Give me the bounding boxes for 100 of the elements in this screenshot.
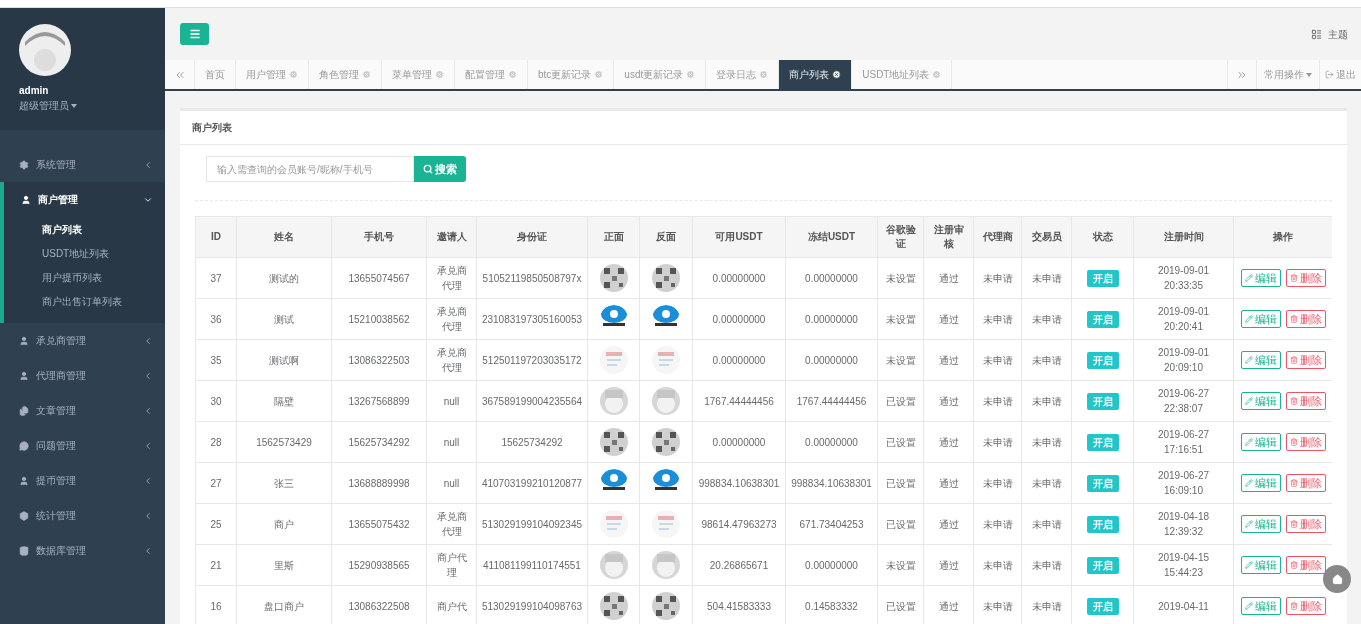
table-cell: 35: [195, 339, 237, 381]
edit-button[interactable]: 编辑: [1240, 433, 1281, 451]
sidebar-item[interactable]: 统计管理: [0, 498, 165, 533]
delete-button[interactable]: 删除: [1285, 556, 1326, 574]
tab[interactable]: btc更新记录: [528, 60, 615, 89]
edit-icon: [1244, 479, 1253, 487]
time-text: 20:20:41: [1163, 320, 1204, 334]
delete-button[interactable]: 删除: [1285, 351, 1326, 369]
delete-button[interactable]: 删除: [1285, 515, 1326, 533]
column-header: 邀请人: [426, 216, 477, 258]
trash-icon: [1289, 315, 1298, 323]
sidebar-item[interactable]: 提币管理: [0, 463, 165, 498]
status-badge: 开启: [1086, 433, 1119, 451]
table-cell: 未申请: [1021, 380, 1072, 422]
trash-icon: [1289, 602, 1298, 610]
status-badge: 开启: [1086, 474, 1119, 492]
column-header: 注册审核: [923, 216, 974, 258]
delete-button[interactable]: 删除: [1285, 269, 1326, 287]
table-cell: 未申请: [1021, 544, 1072, 586]
sidebar-item[interactable]: 承兑商管理: [0, 323, 165, 358]
edit-button[interactable]: 编辑: [1240, 310, 1281, 328]
delete-button[interactable]: 删除: [1285, 392, 1326, 410]
delete-button[interactable]: 删除: [1285, 597, 1326, 615]
sidebar-item[interactable]: 问题管理: [0, 428, 165, 463]
edit-button[interactable]: 编辑: [1240, 392, 1281, 410]
table-cell: 27: [195, 462, 237, 504]
trash-icon: [1289, 274, 1298, 282]
edit-button[interactable]: 编辑: [1240, 597, 1281, 615]
submenu-item[interactable]: 商户出售订单列表: [4, 289, 122, 313]
search-field[interactable]: 输入需查询的会员账号/昵称/手机号: [206, 156, 414, 182]
table-cell: 51052119850508797x: [476, 257, 588, 299]
table-cell: 0.00000000: [692, 421, 786, 463]
tab[interactable]: 首页: [195, 60, 236, 89]
submenu-item[interactable]: 用户提币列表: [4, 265, 102, 289]
table-cell: 未设置: [877, 257, 924, 299]
search-button[interactable]: 搜索: [414, 156, 466, 182]
table-cell: 测试: [236, 298, 332, 340]
table-cell: 商户: [236, 503, 332, 545]
time-text: 22:38:07: [1163, 402, 1204, 416]
tab[interactable]: 用户管理: [236, 60, 309, 89]
user-role-dropdown[interactable]: 超级管理员: [19, 98, 77, 113]
table-cell: 0.00000000: [785, 421, 878, 463]
sidebar-item[interactable]: 数据库管理: [0, 533, 165, 568]
date-text: 2019-04-11: [1157, 599, 1210, 614]
table-cell: 30: [195, 380, 237, 422]
table-cell: 未申请: [1021, 503, 1072, 545]
table-cell: 承兑商代理: [426, 339, 477, 381]
theme-button[interactable]: 主题: [1311, 26, 1348, 42]
delete-button[interactable]: 删除: [1285, 433, 1326, 451]
tab[interactable]: 商户列表: [779, 60, 853, 89]
chevron-left-icon: [143, 405, 153, 416]
table-cell: 13267568899: [331, 380, 427, 422]
trash-icon: [1289, 520, 1298, 528]
delete-button[interactable]: 删除: [1285, 474, 1326, 492]
date-text: 2019-04-15: [1156, 551, 1211, 565]
date-text: 2019-06-27: [1156, 387, 1211, 401]
date-text: 2019-06-27: [1156, 469, 1211, 483]
table-cell: 通过: [923, 421, 974, 463]
table-cell: 通过: [923, 339, 974, 381]
submenu-item[interactable]: USDT地址列表: [4, 241, 110, 265]
table-cell: 测试啊: [236, 339, 332, 381]
edit-button[interactable]: 编辑: [1240, 556, 1281, 574]
tab[interactable]: 角色管理: [309, 60, 382, 89]
table-cell: 未申请: [973, 462, 1022, 504]
submenu-item[interactable]: 商户列表: [4, 217, 82, 241]
column-header: ID: [195, 216, 237, 258]
table-cell: 512501197203035172: [476, 339, 588, 381]
table-cell: 513029199104092345: [476, 503, 588, 545]
edit-button[interactable]: 编辑: [1240, 269, 1281, 287]
table-cell: null: [426, 421, 477, 463]
table-cell: 0.00000000: [785, 544, 878, 586]
sidebar-item[interactable]: 商户管理: [4, 182, 165, 217]
delete-button[interactable]: 删除: [1285, 310, 1326, 328]
table-cell: 未设置: [877, 339, 924, 381]
edit-button[interactable]: 编辑: [1240, 351, 1281, 369]
edit-button[interactable]: 编辑: [1240, 515, 1281, 533]
column-header: 手机号: [331, 216, 427, 258]
column-header: 交易员: [1021, 216, 1072, 258]
table-cell: 36: [195, 298, 237, 340]
tab[interactable]: USDT地址列表: [852, 60, 953, 89]
sidebar-item[interactable]: 代理商管理: [0, 358, 165, 393]
table-cell: 未申请: [1021, 298, 1072, 340]
time-text: 17:16:51: [1163, 443, 1204, 457]
logout-button[interactable]: 退出: [1320, 60, 1361, 89]
chevron-left-icon: [143, 475, 153, 486]
status-badge: 开启: [1086, 392, 1119, 410]
tab[interactable]: 菜单管理: [382, 60, 455, 89]
table-cell: 未申请: [973, 544, 1022, 586]
tab[interactable]: 配置管理: [455, 60, 528, 89]
table-cell: 0.00000000: [785, 257, 878, 299]
common-actions-dropdown[interactable]: 常用操作: [1257, 60, 1320, 89]
logout-icon: [1325, 70, 1334, 79]
tab[interactable]: usdt更新记录: [614, 60, 707, 89]
column-header: 代理商: [973, 216, 1022, 258]
sidebar-item[interactable]: 文章管理: [0, 393, 165, 428]
edit-button[interactable]: 编辑: [1240, 474, 1281, 492]
menu-button[interactable]: [180, 23, 209, 45]
table-cell: 13655075432: [331, 503, 427, 545]
date-text: 2019-09-01: [1156, 346, 1211, 360]
sidebar-item[interactable]: 系统管理: [0, 147, 165, 182]
